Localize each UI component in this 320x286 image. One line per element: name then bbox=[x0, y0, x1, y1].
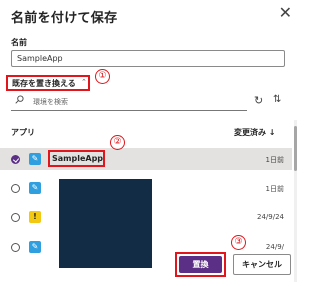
app-name: SampleApp bbox=[52, 154, 104, 163]
modified-date: 1日前 bbox=[265, 156, 284, 164]
name-label: 名前 bbox=[11, 38, 27, 47]
row-radio[interactable] bbox=[11, 155, 20, 164]
pen-icon: ✎ bbox=[29, 182, 41, 194]
search-underline bbox=[11, 110, 247, 111]
replace-existing-highlight: 既存を置き換える ⌃ bbox=[6, 75, 90, 91]
name-input[interactable]: SampleApp bbox=[11, 50, 285, 67]
exclamation-icon: ! bbox=[29, 211, 41, 223]
row-radio[interactable] bbox=[11, 213, 20, 222]
search-bar: 環境を検索 ↻ ⇅ bbox=[11, 93, 286, 111]
modified-date: 24/9/24 bbox=[257, 213, 284, 221]
row-radio[interactable] bbox=[11, 243, 20, 252]
replace-save-button[interactable]: 置換 bbox=[179, 256, 222, 273]
redacted-area bbox=[59, 179, 152, 268]
row-radio[interactable] bbox=[11, 184, 20, 193]
dialog-title: 名前を付けて保存 bbox=[11, 11, 118, 26]
search-input[interactable]: 環境を検索 bbox=[33, 97, 68, 107]
callout-2: ② bbox=[110, 135, 125, 150]
column-header-app[interactable]: アプリ bbox=[11, 127, 35, 138]
pen-icon: ✎ bbox=[29, 241, 41, 253]
callout-3: ③ bbox=[231, 235, 246, 250]
search-icon bbox=[15, 95, 24, 104]
replace-existing-link[interactable]: 既存を置き換える bbox=[12, 78, 76, 89]
close-icon[interactable]: ✕ bbox=[279, 5, 292, 21]
sort-icon[interactable]: ⇅ bbox=[273, 94, 281, 105]
pen-icon: ✎ bbox=[29, 153, 41, 165]
refresh-icon[interactable]: ↻ bbox=[254, 94, 263, 107]
chevron-up-icon[interactable]: ⌃ bbox=[81, 78, 87, 86]
modified-date: 1日前 bbox=[265, 185, 284, 193]
callout-1: ① bbox=[95, 69, 110, 84]
column-header-modified[interactable]: 変更済み ↓ bbox=[234, 127, 276, 138]
scrollbar-thumb[interactable] bbox=[294, 126, 297, 171]
save-button-highlight: 置換 bbox=[175, 252, 226, 277]
table-row[interactable]: ✎ SampleApp 1日前 bbox=[0, 148, 292, 170]
cancel-button[interactable]: キャンセル bbox=[233, 254, 291, 275]
